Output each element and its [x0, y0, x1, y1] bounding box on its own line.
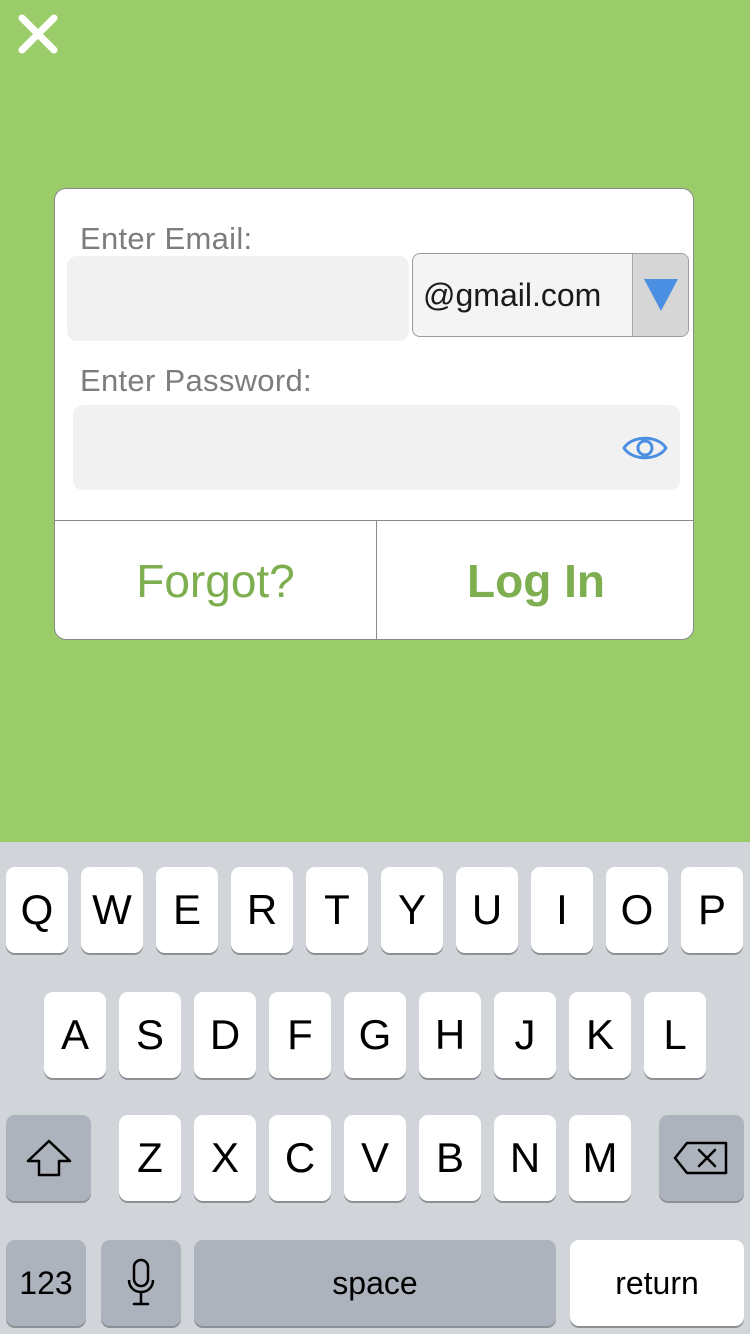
- key-d[interactable]: D: [194, 992, 256, 1078]
- key-s[interactable]: S: [119, 992, 181, 1078]
- close-icon: [18, 14, 58, 54]
- key-w[interactable]: W: [81, 867, 143, 953]
- log-in-button[interactable]: Log In: [377, 521, 693, 639]
- shift-key[interactable]: [6, 1115, 91, 1201]
- microphone-icon: [127, 1258, 155, 1306]
- key-j[interactable]: J: [494, 992, 556, 1078]
- key-a[interactable]: A: [44, 992, 106, 1078]
- key-x[interactable]: X: [194, 1115, 256, 1201]
- key-e[interactable]: E: [156, 867, 218, 953]
- key-q[interactable]: Q: [6, 867, 68, 953]
- login-card: Enter Email: @gmail.com Enter Password: …: [54, 188, 694, 640]
- key-v[interactable]: V: [344, 1115, 406, 1201]
- on-screen-keyboard: Q W E R T Y U I O P A S D F G H J K L Z …: [0, 842, 750, 1334]
- key-k[interactable]: K: [569, 992, 631, 1078]
- return-key[interactable]: return: [570, 1240, 744, 1326]
- backspace-key[interactable]: [659, 1115, 744, 1201]
- key-h[interactable]: H: [419, 992, 481, 1078]
- password-label: Enter Password:: [80, 363, 312, 398]
- triangle-down-icon: [644, 279, 678, 311]
- key-n[interactable]: N: [494, 1115, 556, 1201]
- key-l[interactable]: L: [644, 992, 706, 1078]
- forgot-password-button[interactable]: Forgot?: [55, 521, 376, 639]
- key-y[interactable]: Y: [381, 867, 443, 953]
- email-field[interactable]: [67, 256, 409, 341]
- password-field[interactable]: [73, 405, 613, 490]
- key-b[interactable]: B: [419, 1115, 481, 1201]
- email-label: Enter Email:: [80, 221, 253, 256]
- key-o[interactable]: O: [606, 867, 668, 953]
- key-f[interactable]: F: [269, 992, 331, 1078]
- dictation-key[interactable]: [101, 1240, 181, 1326]
- key-t[interactable]: T: [306, 867, 368, 953]
- key-c[interactable]: C: [269, 1115, 331, 1201]
- space-key[interactable]: space: [194, 1240, 556, 1326]
- key-g[interactable]: G: [344, 992, 406, 1078]
- domain-dropdown-button[interactable]: [632, 254, 688, 336]
- close-button[interactable]: [16, 12, 60, 56]
- backspace-icon: [673, 1141, 728, 1175]
- password-field-container: [73, 405, 680, 490]
- key-i[interactable]: I: [531, 867, 593, 953]
- shift-arrow-icon: [26, 1139, 72, 1177]
- email-domain-select[interactable]: @gmail.com: [412, 253, 689, 337]
- eye-icon[interactable]: [622, 429, 668, 467]
- key-u[interactable]: U: [456, 867, 518, 953]
- key-r[interactable]: R: [231, 867, 293, 953]
- key-z[interactable]: Z: [119, 1115, 181, 1201]
- email-domain-value: @gmail.com: [423, 277, 602, 313]
- numbers-key[interactable]: 123: [6, 1240, 86, 1326]
- key-p[interactable]: P: [681, 867, 743, 953]
- key-m[interactable]: M: [569, 1115, 631, 1201]
